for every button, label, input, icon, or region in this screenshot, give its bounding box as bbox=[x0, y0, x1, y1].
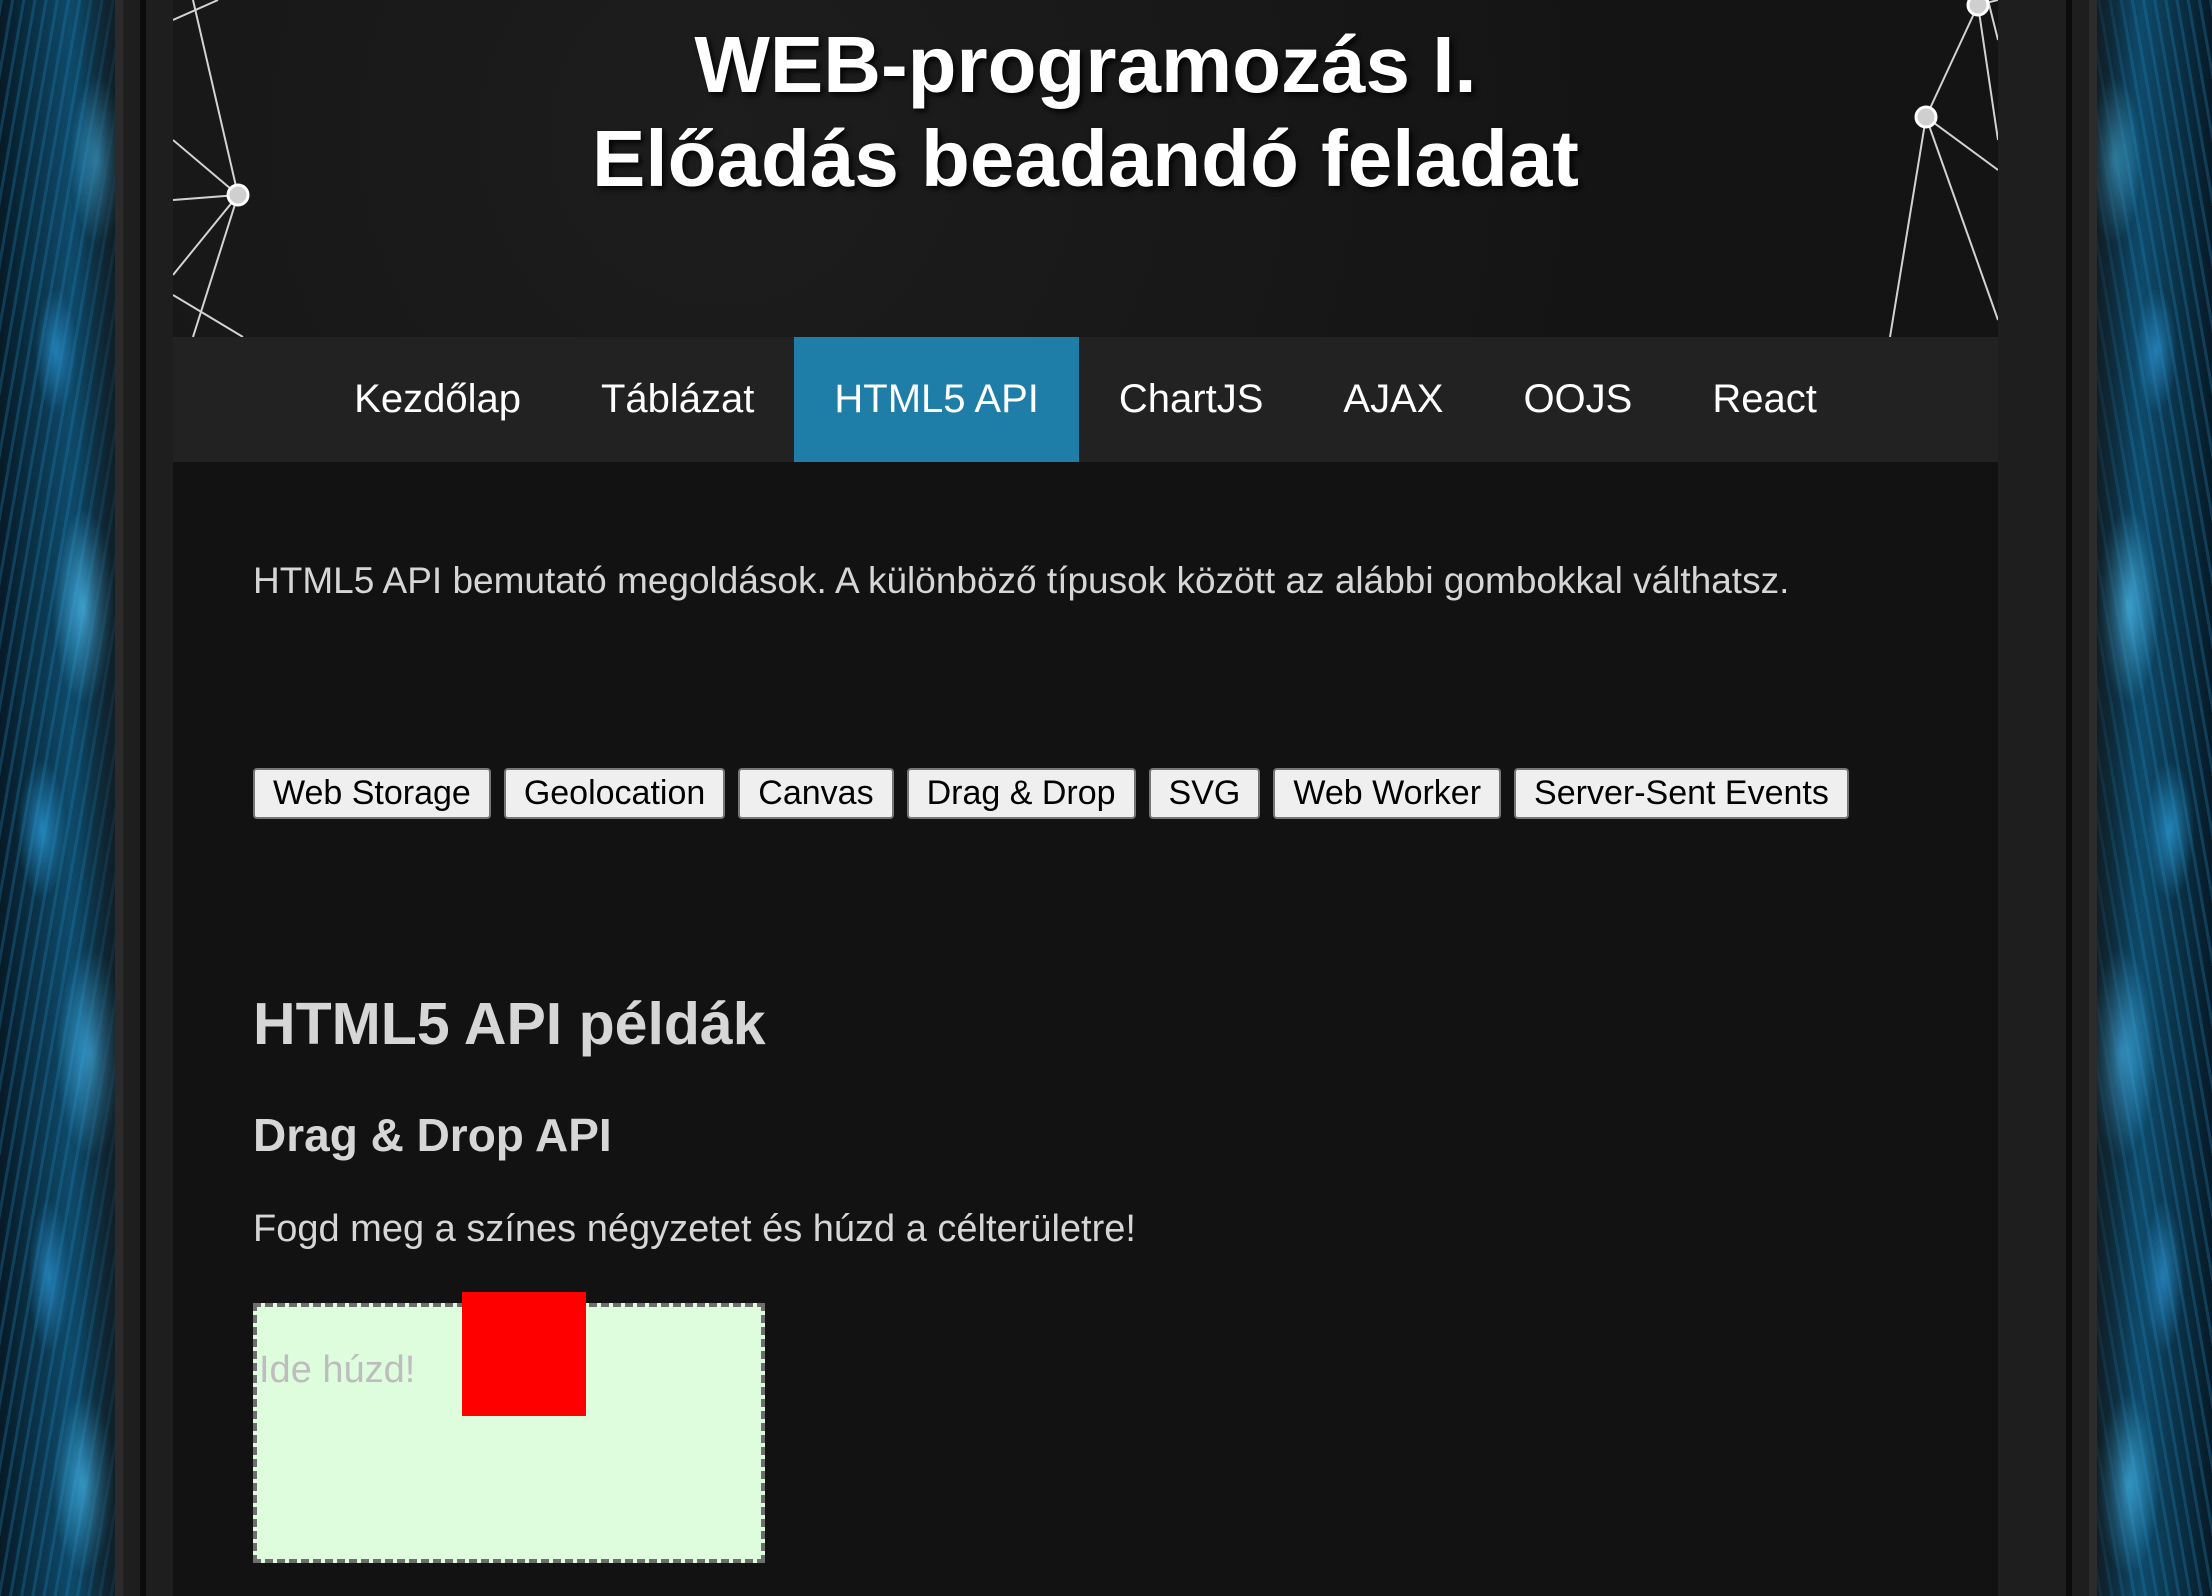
nav-item-chartjs[interactable]: ChartJS bbox=[1079, 337, 1304, 462]
nav-item-oojs[interactable]: OOJS bbox=[1483, 337, 1672, 462]
main-navigation: Kezdőlap Táblázat HTML5 API ChartJS AJAX… bbox=[173, 337, 1998, 462]
nav-item-kezdolap[interactable]: Kezdőlap bbox=[314, 337, 561, 462]
nav-item-react[interactable]: React bbox=[1672, 337, 1857, 462]
api-button-group: Web Storage Geolocation Canvas Drag & Dr… bbox=[253, 768, 1849, 819]
page-heading: WEB-programozás I. Előadás beadandó fela… bbox=[173, 18, 1998, 206]
server-sent-events-button[interactable]: Server-Sent Events bbox=[1514, 768, 1849, 819]
svg-button[interactable]: SVG bbox=[1148, 768, 1261, 819]
frame-inner-line-left bbox=[140, 0, 146, 1596]
section-title: HTML5 API példák bbox=[253, 991, 766, 1057]
heading-line-1: WEB-programozás I. bbox=[694, 20, 1477, 109]
nav-item-tablazat[interactable]: Táblázat bbox=[561, 337, 794, 462]
drag-drop-button[interactable]: Drag & Drop bbox=[906, 768, 1136, 819]
web-worker-button[interactable]: Web Worker bbox=[1273, 768, 1502, 819]
intro-text: HTML5 API bemutató megoldások. A különbö… bbox=[253, 560, 1790, 601]
drag-drop-instructions: Fogd meg a színes négyzetet és húzd a cé… bbox=[253, 1208, 1136, 1250]
heading-line-2: Előadás beadandó feladat bbox=[592, 114, 1579, 203]
web-storage-button[interactable]: Web Storage bbox=[253, 768, 491, 819]
nav-item-html5-api[interactable]: HTML5 API bbox=[794, 337, 1079, 462]
frame-inner-line-right bbox=[2066, 0, 2072, 1596]
drop-zone-label: Ide húzd! bbox=[259, 1349, 416, 1391]
site-header: WEB-programozás I. Előadás beadandó fela… bbox=[173, 0, 1998, 337]
draggable-square[interactable] bbox=[462, 1292, 586, 1416]
canvas-button[interactable]: Canvas bbox=[738, 768, 894, 819]
page-container: WEB-programozás I. Előadás beadandó fela… bbox=[173, 0, 1998, 1596]
geolocation-button[interactable]: Geolocation bbox=[503, 768, 726, 819]
drag-drop-subtitle: Drag & Drop API bbox=[253, 1109, 612, 1161]
nav-item-ajax[interactable]: AJAX bbox=[1303, 337, 1483, 462]
